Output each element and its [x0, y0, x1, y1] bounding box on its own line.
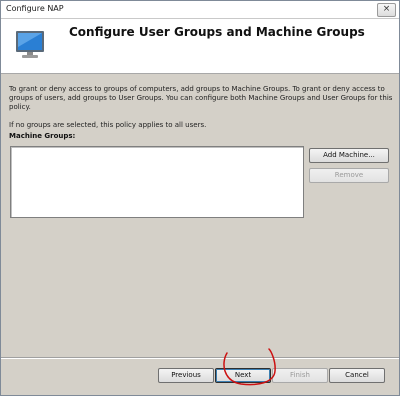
wizard-header: Configure User Groups and Machine Groups: [1, 19, 399, 74]
close-button[interactable]: ×: [377, 3, 396, 17]
machine-groups-list[interactable]: [10, 146, 304, 218]
finish-button[interactable]: Finish: [272, 368, 328, 383]
cancel-button[interactable]: Cancel: [329, 368, 385, 383]
add-machine-button[interactable]: Add Machine...: [309, 148, 389, 163]
window-title: Configure NAP: [6, 4, 64, 13]
hint-text: If no groups are selected, this policy a…: [9, 121, 207, 129]
remove-button[interactable]: Remove: [309, 168, 389, 183]
footer-separator: [1, 357, 399, 359]
computer-monitor-icon: [16, 31, 44, 58]
machine-groups-label: Machine Groups:: [9, 132, 76, 140]
next-button[interactable]: Next: [215, 368, 271, 383]
configure-nap-dialog: Configure NAP × Configure User Groups an…: [0, 0, 400, 396]
previous-button[interactable]: Previous: [158, 368, 214, 383]
page-title: Configure User Groups and Machine Groups: [69, 25, 365, 39]
description-text: To grant or deny access to groups of com…: [9, 85, 393, 111]
close-icon: ×: [382, 4, 391, 14]
title-bar[interactable]: Configure NAP ×: [1, 1, 399, 19]
